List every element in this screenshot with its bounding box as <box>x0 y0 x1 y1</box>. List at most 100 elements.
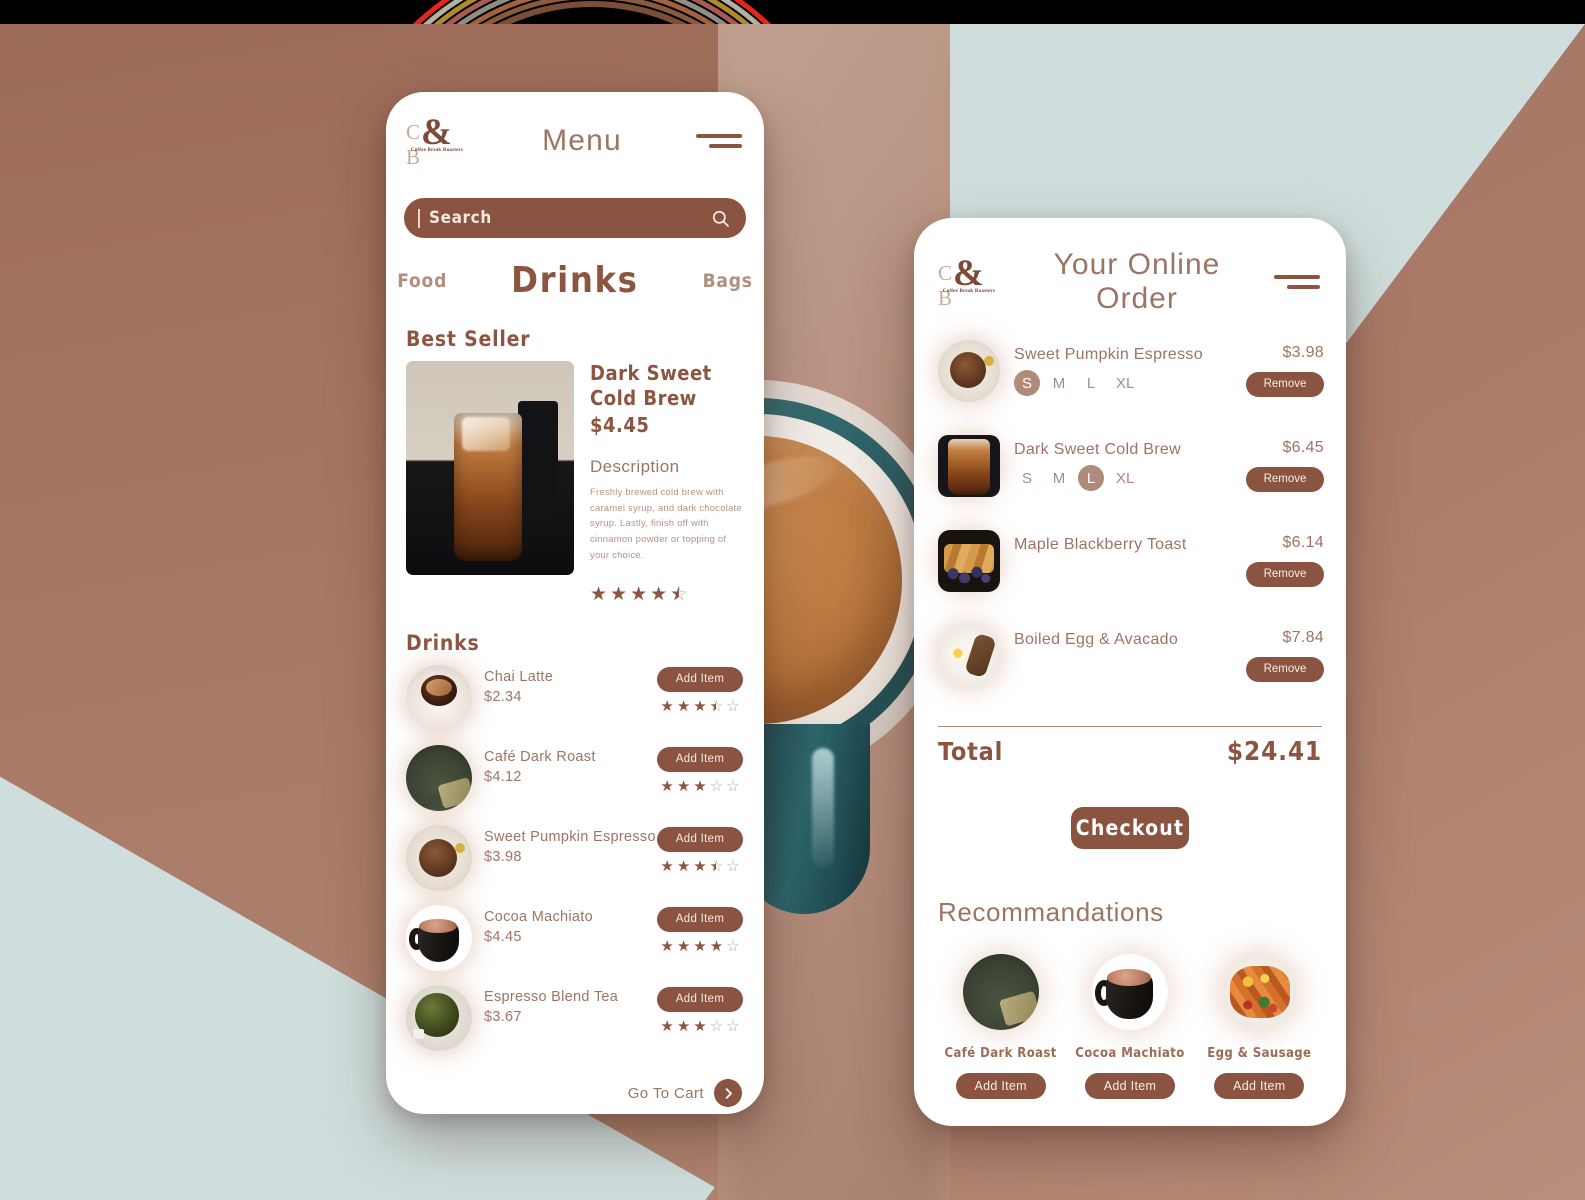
drink-row[interactable]: Café Dark Roast $4.12 Add Item ★ ★ ★ ☆ ☆ <box>406 745 746 825</box>
star-full: ★ <box>676 778 691 796</box>
drink-rating: ★★★☆☆ <box>660 779 739 794</box>
remove-item-button[interactable]: Remove <box>1246 467 1324 492</box>
item-image-cup-dark <box>962 954 1039 1030</box>
star-half: ☆ <box>670 585 687 604</box>
order-item-name: Dark Sweet Cold Brew <box>1014 441 1181 458</box>
add-item-button[interactable]: Add Item <box>1084 1073 1175 1099</box>
star-empty: ☆ <box>709 778 724 796</box>
logo-tagline: Coffee Break Roasters <box>942 289 996 294</box>
recommendation-card[interactable]: Egg & Sausage Add Item <box>1199 954 1319 1099</box>
star-full: ★ <box>676 938 691 956</box>
drink-name: Cocoa Machiato <box>484 909 593 926</box>
recommendation-image <box>1092 954 1168 1030</box>
add-item-button[interactable]: Add Item <box>1214 1073 1305 1099</box>
item-image-cocoa <box>406 905 472 971</box>
drink-row[interactable]: Espresso Blend Tea $3.67 Add Item ★ ★ ★ ☆ ☆ <box>406 985 746 1065</box>
go-to-cart[interactable]: Go To Cart <box>386 1065 764 1108</box>
item-image-cup-dark <box>406 745 472 812</box>
add-item-button[interactable]: Add Item <box>955 1073 1046 1099</box>
size-option-xl[interactable]: XL <box>1110 465 1140 491</box>
best-seller-label: Best Seller <box>406 327 531 351</box>
brand-logo[interactable]: C B & Coffee Break Roasters <box>938 253 1000 310</box>
star-full: ★ <box>660 1018 674 1036</box>
tab-drinks[interactable]: Drinks <box>505 260 644 301</box>
order-item-price: $6.45 <box>1282 439 1324 456</box>
size-option-s[interactable]: S <box>1014 465 1040 491</box>
menu-topbar: C B & Coffee Break Roasters Menu <box>386 92 764 169</box>
page-title: Menu <box>542 124 622 157</box>
recommendation-name: Cocoa Machiato <box>1075 1046 1185 1061</box>
order-items-list: Sweet Pumpkin Espresso S M L XL $3.98 Remove Da… <box>914 316 1346 720</box>
order-item-name: Sweet Pumpkin Espresso <box>1014 346 1203 363</box>
add-item-button[interactable]: Add Item <box>657 827 743 853</box>
add-item-button[interactable]: Add Item <box>657 747 743 773</box>
tab-food[interactable]: Food <box>391 270 453 292</box>
item-image-pumpkin <box>938 340 1000 402</box>
size-option-m[interactable]: M <box>1046 465 1072 491</box>
search-icon[interactable] <box>711 209 730 228</box>
item-image-cocoa <box>1092 954 1168 1030</box>
chevron-right-icon[interactable] <box>714 1079 742 1108</box>
drink-row[interactable]: Sweet Pumpkin Espresso$3.98Add Item★★★☆☆ <box>406 825 746 905</box>
order-item-name: Boiled Egg & Avacado <box>1014 631 1179 648</box>
drink-row[interactable]: Cocoa Machiato $4.45 Add Item ★ ★ ★ ★ ☆ <box>406 905 746 985</box>
page-title: Your Online Order <box>1053 248 1221 315</box>
order-row: Maple Blackberry Toast $6.14 Remove <box>938 530 1324 625</box>
hamburger-icon[interactable] <box>696 129 742 153</box>
brand-logo[interactable]: C B & Coffee Break Roasters <box>406 112 468 169</box>
add-item-button[interactable]: Add Item <box>657 667 743 693</box>
star-full: ★ <box>676 1018 691 1036</box>
star-full: ★ <box>676 858 691 876</box>
size-option-xl[interactable]: XL <box>1110 370 1140 396</box>
recommendations-grid: Café Dark Roast Add Item Cocoa Machiato Add… <box>914 928 1346 1099</box>
star-full: ★ <box>693 858 707 876</box>
star-full: ★ <box>693 778 707 796</box>
star-empty: ☆ <box>726 778 740 796</box>
item-image-sausage <box>1221 954 1298 1030</box>
hamburger-icon[interactable] <box>1274 270 1320 294</box>
best-seller-price: $4.45 <box>590 413 650 437</box>
star-full: ★ <box>693 698 707 716</box>
star-empty: ☆ <box>726 858 740 876</box>
size-option-s[interactable]: S <box>1014 370 1040 396</box>
recommendation-card[interactable]: Cocoa Machiato Add Item <box>1070 954 1190 1099</box>
total-label: Total <box>938 737 1004 766</box>
checkout-button[interactable]: Checkout <box>1071 807 1189 849</box>
add-item-button[interactable]: Add Item <box>657 987 743 1013</box>
best-seller-rating: ★★★★☆ <box>590 585 687 604</box>
remove-item-button[interactable]: Remove <box>1246 372 1324 397</box>
star-full: ★ <box>709 938 724 956</box>
drink-thumbnail <box>406 825 472 892</box>
text-caret <box>418 208 420 228</box>
search-bar[interactable] <box>404 198 746 238</box>
add-item-button[interactable]: Add Item <box>657 907 743 933</box>
size-option-l[interactable]: L <box>1078 465 1104 491</box>
size-option-m[interactable]: M <box>1046 370 1072 396</box>
order-item-thumbnail <box>938 625 1000 687</box>
star-empty: ☆ <box>726 698 740 716</box>
star-full: ★ <box>693 1018 707 1036</box>
star-full: ★ <box>660 778 674 796</box>
star-half: ☆ <box>710 859 723 874</box>
star-full: ★ <box>590 584 608 606</box>
star-empty: ☆ <box>726 1018 740 1036</box>
recommendations-label: Recommandations <box>938 897 1164 927</box>
total-row: Total $24.41 <box>914 727 1346 767</box>
star-full: ★ <box>660 938 674 956</box>
remove-item-button[interactable]: Remove <box>1246 657 1324 682</box>
tab-bags[interactable]: Bags <box>697 270 759 292</box>
star-full: ★ <box>693 938 707 956</box>
category-tabs: Food Drinks Bags <box>397 260 752 301</box>
recommendation-card[interactable]: Café Dark Roast Add Item <box>941 954 1061 1099</box>
logo-tagline: Coffee Break Roasters <box>410 148 464 153</box>
drink-price: $4.12 <box>484 769 522 786</box>
best-seller-image <box>406 361 574 575</box>
drink-name: Café Dark Roast <box>484 749 596 766</box>
drink-row[interactable]: Chai Latte$2.34Add Item★★★☆☆ <box>406 665 746 745</box>
phone-order-screen: C B & Coffee Break Roasters Your Online … <box>914 218 1346 1126</box>
item-image-pumpkin <box>406 825 472 892</box>
size-option-l[interactable]: L <box>1078 370 1104 396</box>
best-seller-card[interactable]: Dark Sweet Cold Brew $4.45 Description F… <box>386 361 764 605</box>
search-input[interactable] <box>429 208 711 228</box>
remove-item-button[interactable]: Remove <box>1246 562 1324 587</box>
